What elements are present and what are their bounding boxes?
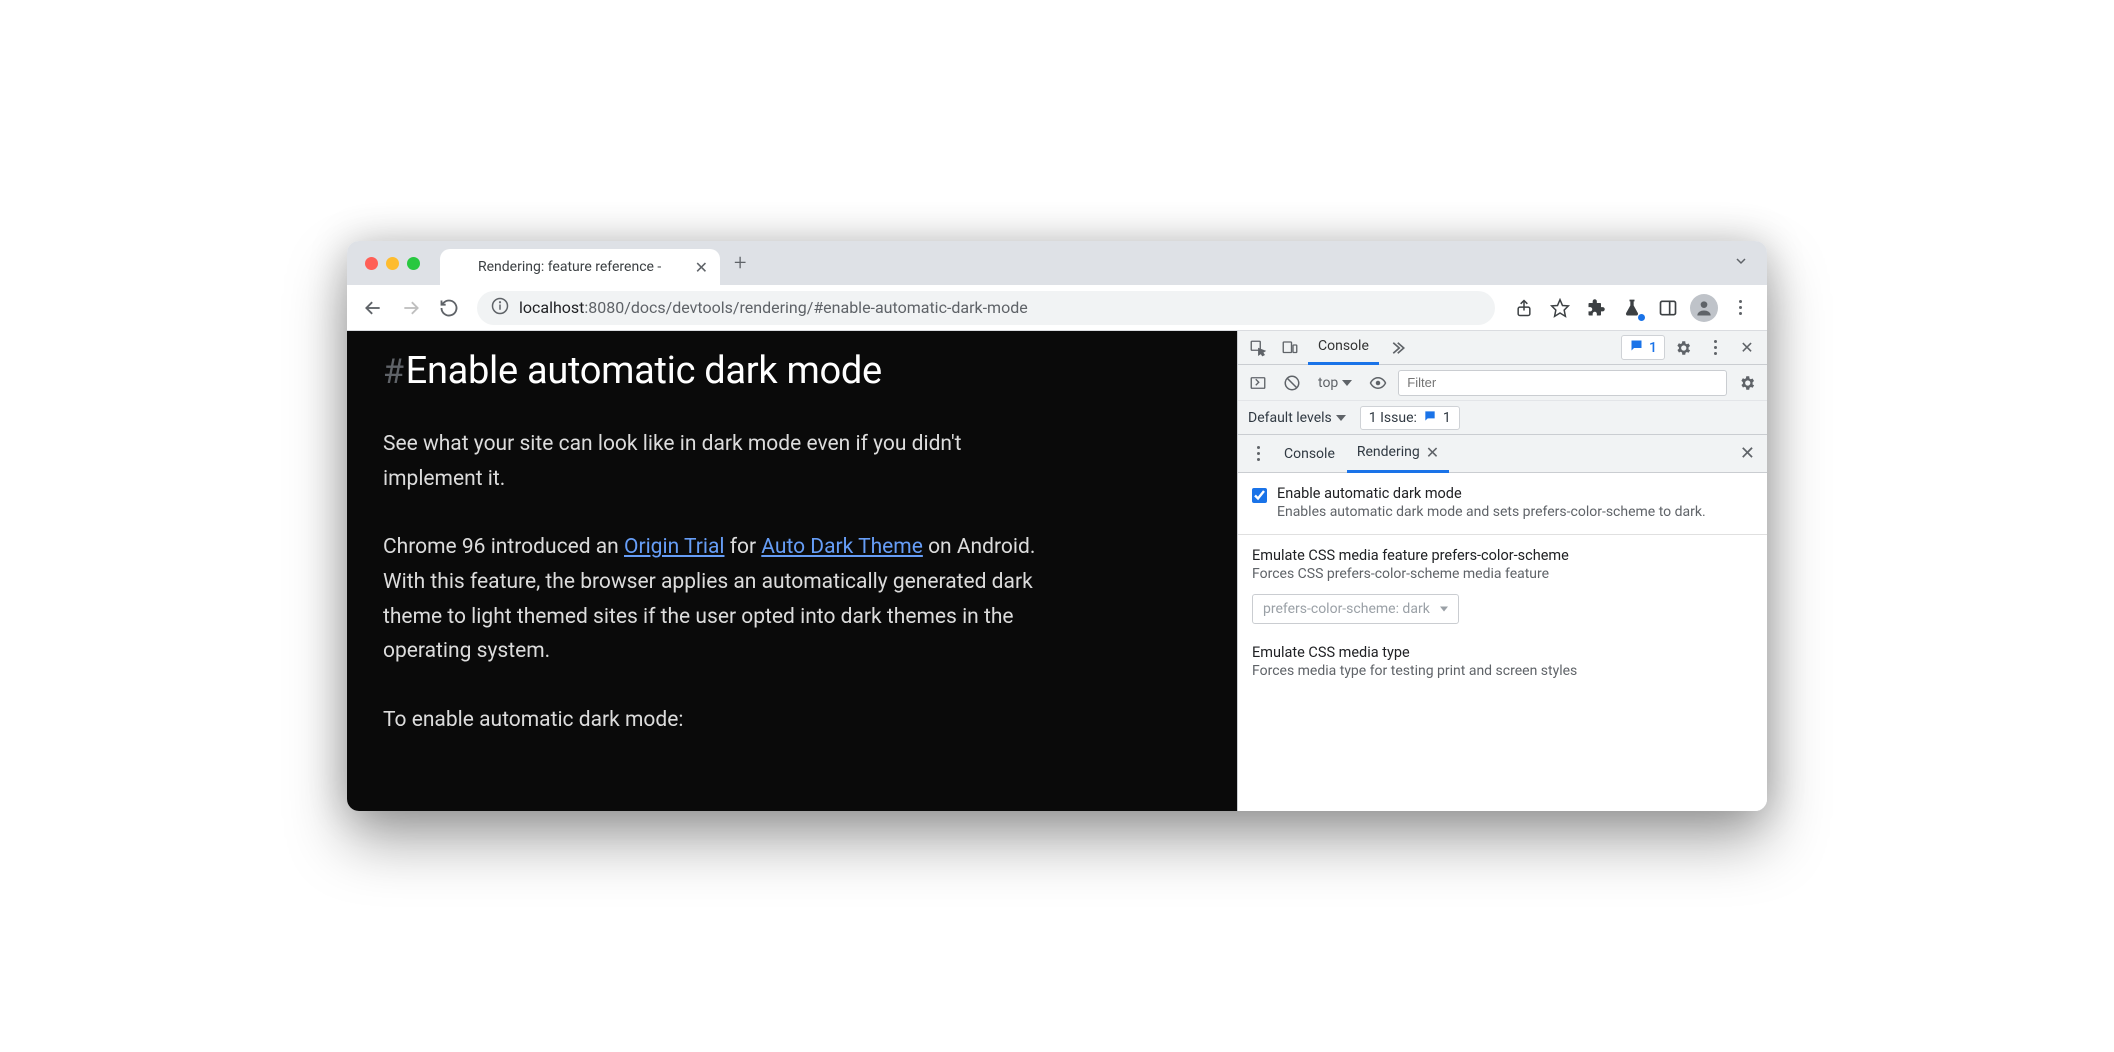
drawer-tab-console[interactable]: Console [1274,435,1345,473]
link-auto-dark-theme[interactable]: Auto Dark Theme [761,535,923,559]
page-paragraph: See what your site can look like in dark… [383,427,1063,496]
page-paragraph: To enable automatic dark mode: [383,703,1063,738]
toolbar-actions [1507,291,1757,325]
fullscreen-window-button[interactable] [407,257,420,270]
address-bar[interactable]: localhost:8080/docs/devtools/rendering/#… [477,291,1495,325]
new-tab-button[interactable]: + [734,251,746,276]
close-rendering-tab-button[interactable]: ✕ [1426,443,1439,462]
devtools-drawer-tabs: Console Rendering ✕ ✕ [1238,435,1767,473]
link-origin-trial[interactable]: Origin Trial [624,535,724,559]
chrome-menu-button[interactable] [1723,291,1757,325]
console-levels-bar: Default levels 1 Issue: 1 [1238,401,1767,435]
minimize-window-button[interactable] [386,257,399,270]
setting-description: Enables automatic dark mode and sets pre… [1277,504,1706,520]
close-window-button[interactable] [365,257,378,270]
browser-window: Rendering: feature reference - ✕ + local… [347,241,1767,811]
setting-emulate-prefers-color-scheme: Emulate CSS media feature prefers-color-… [1238,535,1767,638]
back-button[interactable] [357,292,389,324]
console-control-bar: top [1238,365,1767,401]
issues-chip[interactable]: 1 Issue: 1 [1360,406,1460,430]
issues-count: 1 [1649,340,1657,356]
setting-enable-auto-dark-mode: Enable automatic dark mode Enables autom… [1238,473,1767,535]
device-toolbar-icon[interactable] [1276,334,1304,362]
share-icon[interactable] [1507,291,1541,325]
page-viewport: #Enable automatic dark mode See what you… [347,331,1237,811]
bookmark-star-icon[interactable] [1543,291,1577,325]
inspect-element-icon[interactable] [1244,334,1272,362]
drawer-tab-rendering[interactable]: Rendering ✕ [1347,435,1449,473]
console-settings-icon[interactable] [1733,369,1761,397]
experiments-flask-icon[interactable] [1615,291,1649,325]
chevron-down-icon [1336,415,1346,421]
issues-badge[interactable]: 1 [1621,335,1665,360]
tab-title: Rendering: feature reference - [478,259,687,275]
profile-avatar[interactable] [1687,291,1721,325]
devtools-settings-icon[interactable] [1669,334,1697,362]
browser-tab[interactable]: Rendering: feature reference - ✕ [440,249,720,285]
context-selector[interactable]: top [1312,375,1358,391]
setting-emulate-media-type: Emulate CSS media type Forces media type… [1238,638,1767,693]
site-info-icon[interactable] [491,297,509,319]
chevron-down-icon [1342,380,1352,386]
tab-strip: Rendering: feature reference - ✕ + [347,241,1767,285]
side-panel-icon[interactable] [1651,291,1685,325]
browser-toolbar: localhost:8080/docs/devtools/rendering/#… [347,285,1767,331]
console-filter-input[interactable] [1398,370,1727,396]
drawer-close-button[interactable]: ✕ [1740,443,1755,464]
more-tabs-icon[interactable] [1383,334,1411,362]
console-tab[interactable]: Console [1308,331,1379,365]
forward-button[interactable] [395,292,427,324]
log-levels-selector[interactable]: Default levels [1248,410,1346,426]
rendering-panel-body: Enable automatic dark mode Enables autom… [1238,473,1767,811]
hash-anchor-icon[interactable]: # [383,352,404,392]
issues-icon [1423,409,1437,427]
reload-button[interactable] [433,292,465,324]
setting-description: Forces media type for testing print and … [1252,663,1753,679]
setting-title: Emulate CSS media feature prefers-color-… [1252,547,1753,564]
setting-description: Forces CSS prefers-color-scheme media fe… [1252,566,1753,582]
devtools-menu-icon[interactable] [1701,334,1729,362]
console-sidebar-toggle-icon[interactable] [1244,369,1272,397]
devtools-close-button[interactable]: ✕ [1733,334,1761,362]
devtools-main-tabs: Console 1 ✕ [1238,331,1767,365]
setting-title: Enable automatic dark mode [1277,485,1706,502]
chrome-favicon [452,258,470,276]
live-expression-icon[interactable] [1364,369,1392,397]
prefers-color-scheme-select[interactable]: prefers-color-scheme: dark [1252,594,1459,624]
traffic-lights [365,257,420,270]
experiments-indicator-dot [1638,314,1645,321]
tabs-dropdown-button[interactable] [1733,253,1749,273]
enable-auto-dark-mode-checkbox[interactable] [1252,488,1267,503]
page-heading: #Enable automatic dark mode [383,349,1201,393]
close-tab-button[interactable]: ✕ [695,258,708,277]
url-text: localhost:8080/docs/devtools/rendering/#… [519,298,1028,317]
setting-title: Emulate CSS media type [1252,644,1753,661]
drawer-menu-icon[interactable] [1244,440,1272,468]
issues-icon [1629,338,1644,357]
clear-console-icon[interactable] [1278,369,1306,397]
content-area: #Enable automatic dark mode See what you… [347,331,1767,811]
extensions-icon[interactable] [1579,291,1613,325]
page-paragraph: Chrome 96 introduced an Origin Trial for… [383,530,1063,669]
devtools-panel: Console 1 ✕ [1237,331,1767,811]
